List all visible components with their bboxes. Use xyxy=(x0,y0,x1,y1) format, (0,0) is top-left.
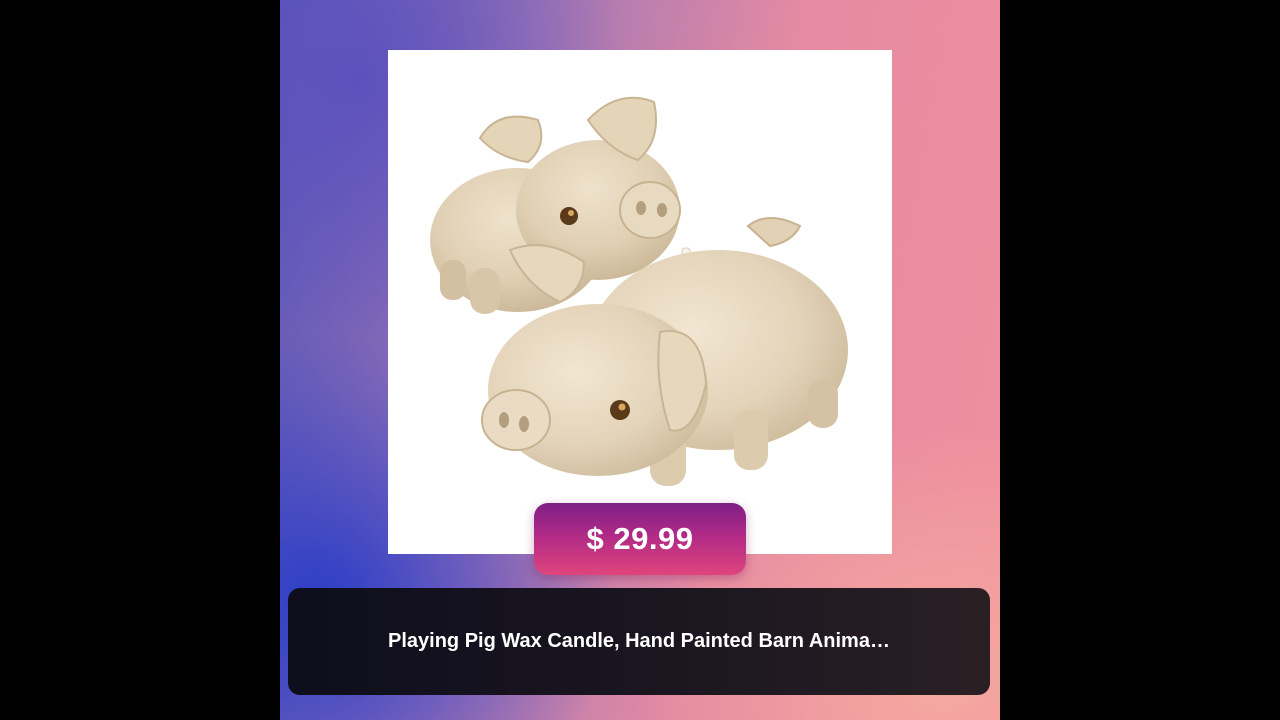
product-title: Playing Pig Wax Candle, Hand Painted Bar… xyxy=(388,630,890,652)
front-pig xyxy=(481,217,848,486)
pig-candle-illustration xyxy=(430,96,848,486)
promo-panel: $ 29.99 Playing Pig Wax Candle, Hand Pai… xyxy=(280,0,1000,720)
price-label: $ 29.99 xyxy=(586,521,694,556)
video-frame: $ 29.99 Playing Pig Wax Candle, Hand Pai… xyxy=(0,0,1280,720)
product-image xyxy=(388,50,892,554)
product-title-bar: Playing Pig Wax Candle, Hand Painted Bar… xyxy=(288,588,990,695)
price-badge: $ 29.99 xyxy=(534,503,746,575)
